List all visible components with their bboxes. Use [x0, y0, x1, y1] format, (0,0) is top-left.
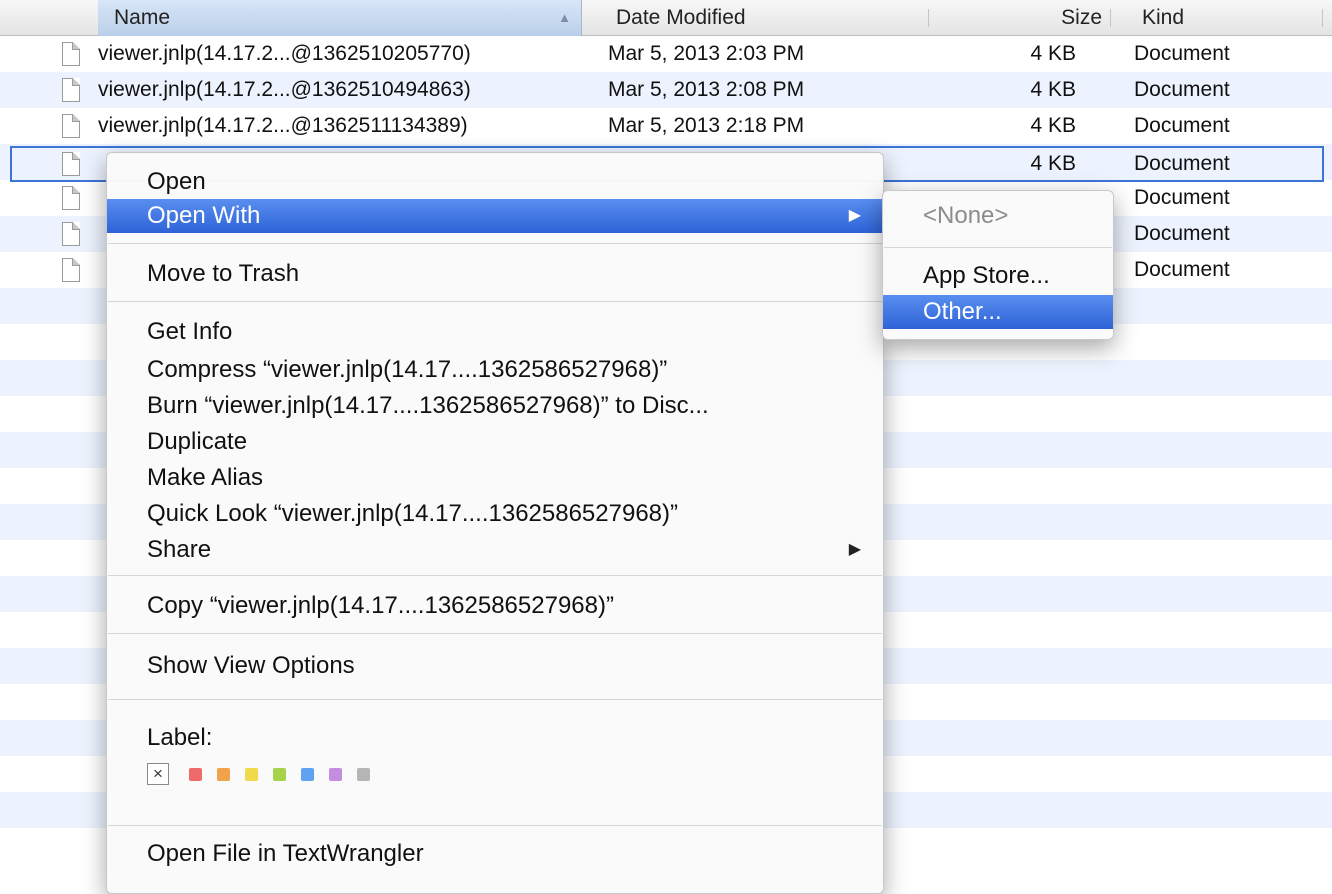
menu-item-show-view-options[interactable]: Show View Options — [107, 649, 883, 683]
label-red-swatch[interactable] — [189, 768, 202, 781]
menu-item-label: Make Alias — [147, 464, 264, 491]
file-row[interactable]: viewer.jnlp(14.17.2...@1362511134389) Ma… — [0, 108, 1332, 144]
file-size: 4 KB — [1030, 78, 1076, 101]
menu-item-duplicate[interactable]: Duplicate — [107, 425, 883, 459]
menu-item-label: Get Info — [147, 318, 233, 345]
column-header-date-label: Date Modified — [616, 6, 746, 29]
submenu-arrow-icon: ▶ — [848, 541, 861, 558]
menu-item-label: Share — [147, 536, 212, 563]
submenu-item-label: App Store... — [923, 262, 1050, 289]
menu-item-label: Duplicate — [147, 428, 248, 455]
label-gray-swatch[interactable] — [357, 768, 370, 781]
column-header-kind-label: Kind — [1142, 6, 1185, 29]
menu-separator — [108, 633, 882, 634]
submenu-item-app-store[interactable]: App Store... — [883, 259, 1113, 293]
document-icon — [62, 258, 80, 282]
menu-item-label: Copy “viewer.jnlp(14.17....1362586527968… — [147, 592, 614, 619]
menu-item-open[interactable]: Open — [107, 165, 883, 199]
file-kind: Document — [1134, 222, 1230, 245]
file-kind: Document — [1134, 186, 1230, 209]
file-row[interactable]: viewer.jnlp(14.17.2...@1362510494863) Ma… — [0, 72, 1332, 108]
file-row[interactable]: viewer.jnlp(14.17.2...@1362510205770) Ma… — [0, 36, 1332, 72]
label-purple-swatch[interactable] — [329, 768, 342, 781]
document-icon — [62, 42, 80, 66]
column-header-name-label: Name — [114, 6, 171, 29]
menu-item-label: Open File in TextWrangler — [147, 840, 424, 867]
column-divider[interactable] — [1110, 9, 1111, 27]
menu-separator — [108, 575, 882, 576]
menu-separator — [108, 699, 882, 700]
menu-item-burn-to-disc[interactable]: Burn “viewer.jnlp(14.17....1362586527968… — [107, 389, 883, 423]
file-date-modified: Mar 5, 2013 2:03 PM — [608, 42, 805, 65]
document-icon — [62, 186, 80, 210]
file-kind: Document — [1134, 114, 1230, 137]
document-icon — [62, 78, 80, 102]
menu-item-label: Burn “viewer.jnlp(14.17....1362586527968… — [147, 392, 709, 419]
menu-item-quick-look[interactable]: Quick Look “viewer.jnlp(14.17....1362586… — [107, 497, 883, 531]
menu-item-copy[interactable]: Copy “viewer.jnlp(14.17....1362586527968… — [107, 589, 883, 623]
menu-item-open-in-textwrangler[interactable]: Open File in TextWrangler — [107, 837, 883, 871]
submenu-item-none: <None> — [883, 199, 1113, 233]
menu-separator — [884, 247, 1112, 248]
menu-item-label: Quick Look “viewer.jnlp(14.17....1362586… — [147, 500, 678, 527]
menu-item-make-alias[interactable]: Make Alias — [107, 461, 883, 495]
menu-item-label: Open — [147, 168, 206, 195]
submenu-item-label: Other... — [923, 298, 1002, 325]
menu-item-label: Open With — [147, 202, 261, 229]
menu-item-label: Show View Options — [147, 652, 355, 679]
label-orange-swatch[interactable] — [217, 768, 230, 781]
file-kind: Document — [1134, 258, 1230, 281]
column-header-date-modified[interactable]: Date Modified — [608, 0, 928, 36]
menu-item-open-with[interactable]: Open With ▶ — [107, 199, 883, 233]
document-icon — [62, 114, 80, 138]
file-size: 4 KB — [1030, 42, 1076, 65]
file-kind: Document — [1134, 42, 1230, 65]
column-header-name[interactable]: Name ▲ — [98, 0, 582, 36]
file-name: viewer.jnlp(14.17.2...@1362510205770) — [98, 42, 471, 65]
column-header-bar: Name ▲ Date Modified Size Kind — [0, 0, 1332, 36]
menu-separator — [108, 243, 882, 244]
file-date-modified: Mar 5, 2013 2:08 PM — [608, 78, 805, 101]
label-yellow-swatch[interactable] — [245, 768, 258, 781]
submenu-item-other[interactable]: Other... — [883, 295, 1113, 329]
label-section-title: Label: — [147, 724, 213, 751]
menu-item-get-info[interactable]: Get Info — [107, 315, 883, 349]
menu-item-label: Move to Trash — [147, 260, 300, 287]
context-menu: Open Open With ▶ Move to Trash Get Info … — [106, 152, 884, 894]
column-header-size[interactable]: Size — [1000, 0, 1110, 36]
menu-item-compress[interactable]: Compress “viewer.jnlp(14.17....136258652… — [107, 353, 883, 387]
menu-item-label: Compress “viewer.jnlp(14.17....136258652… — [147, 356, 668, 383]
file-name: viewer.jnlp(14.17.2...@1362511134389) — [98, 114, 468, 137]
column-header-kind[interactable]: Kind — [1134, 0, 1324, 36]
document-icon — [62, 222, 80, 246]
file-size: 4 KB — [1030, 152, 1076, 175]
sort-ascending-icon: ▲ — [558, 10, 571, 25]
open-with-submenu: <None> App Store... Other... — [882, 190, 1114, 340]
file-kind: Document — [1134, 152, 1230, 175]
submenu-item-label: <None> — [923, 202, 1009, 229]
label-none-button[interactable]: × — [147, 763, 169, 785]
label-blue-swatch[interactable] — [301, 768, 314, 781]
label-green-swatch[interactable] — [273, 768, 286, 781]
menu-item-share[interactable]: Share ▶ — [107, 533, 883, 567]
file-size: 4 KB — [1030, 114, 1076, 137]
menu-separator — [108, 301, 882, 302]
menu-separator — [108, 825, 882, 826]
file-kind: Document — [1134, 78, 1230, 101]
column-header-size-label: Size — [1061, 6, 1102, 29]
column-divider[interactable] — [928, 9, 929, 27]
file-name: viewer.jnlp(14.17.2...@1362510494863) — [98, 78, 471, 101]
submenu-arrow-icon: ▶ — [848, 207, 861, 224]
document-icon — [62, 152, 80, 176]
file-date-modified: Mar 5, 2013 2:18 PM — [608, 114, 805, 137]
menu-item-move-to-trash[interactable]: Move to Trash — [107, 257, 883, 291]
